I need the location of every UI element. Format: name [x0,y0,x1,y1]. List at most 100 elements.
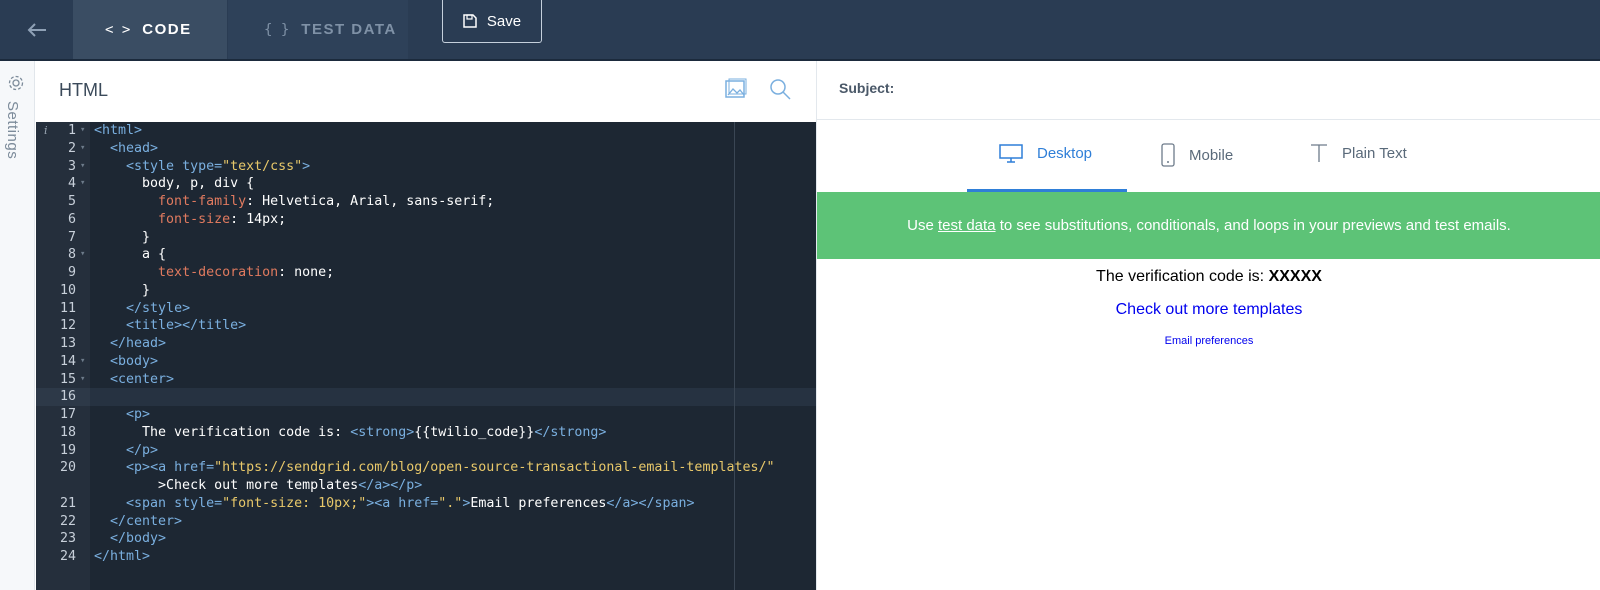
code-text: } [94,282,151,298]
line-number: 17 [59,407,76,422]
code-line[interactable]: 19 </p> [36,442,816,460]
arrow-left-icon [27,22,46,37]
code-line[interactable]: 15 ▾ <center> [36,371,816,389]
fold-arrow-icon[interactable]: ▾ [80,371,85,389]
code-line[interactable]: 24 </html> [36,548,816,566]
line-number: 20 [59,460,76,476]
code-line[interactable]: 3 ▾ <style type="text/css"> [36,158,816,176]
save-button[interactable]: Save [442,0,542,43]
code-text: <body> [110,353,159,369]
tab-test-data-label: TEST DATA [301,21,397,38]
banner-suffix: to see substitutions, conditionals, and … [995,217,1511,234]
code-line[interactable]: i 1 ▾ <html> [36,122,816,140]
line-number: 12 [59,318,76,334]
line-number: 9 [67,265,76,280]
code-line[interactable]: 22 </center> [36,513,816,531]
code-line[interactable]: 18 The verification code is: <strong>{{t… [36,424,816,442]
tab-mobile[interactable]: Mobile [1161,143,1233,167]
line-number: 14 [59,353,76,369]
verification-text: The verification code is: XXXXX [817,268,1600,286]
code-line[interactable]: 5 font-family: Helvetica, Arial, sans-se… [36,193,816,211]
floppy-disk-icon [463,14,477,28]
code-line[interactable]: 13 </head> [36,335,816,353]
line-number: 7 [67,229,76,245]
line-number: 6 [67,211,76,227]
line-number: 8 [67,247,76,263]
code-text: <p><a href="https://sendgrid.com/blog/op… [126,460,775,476]
settings-rail[interactable]: Settings [0,61,35,590]
more-templates-link[interactable]: Check out more templates [817,301,1600,319]
line-number: 21 [59,495,76,511]
search-icon[interactable] [768,77,792,101]
email-preferences-link[interactable]: Email preferences [817,335,1600,347]
code-text: } [94,229,151,245]
image-icon[interactable] [724,77,748,101]
tab-code[interactable]: < > CODE [73,0,227,59]
code-text: </p> [126,442,159,458]
code-line[interactable]: 20 <p><a href="https://sendgrid.com/blog… [36,459,816,477]
code-text: font-family: Helvetica, Arial, sans-seri… [158,194,495,209]
code-text: >Check out more templates</a></p> [94,478,423,493]
editor-header: HTML [36,61,816,122]
code-lines[interactable]: i 1 ▾ <html> 2 ▾ <head> 3 ▾ <style type="text/c… [36,122,816,566]
line-number: 1 [67,123,76,138]
code-editor[interactable]: i 1 ▾ <html> 2 ▾ <head> 3 ▾ <style type="text/c… [36,122,816,590]
tab-desktop[interactable]: Desktop [999,143,1092,163]
line-number: 22 [59,513,76,529]
fold-arrow-icon[interactable]: ▾ [80,353,85,371]
code-line[interactable]: 12 <title></title> [36,317,816,335]
back-button[interactable] [0,0,73,59]
tab-plain-text[interactable]: Plain Text [1310,143,1407,163]
code-line[interactable]: 8 ▾ a { [36,246,816,264]
banner-prefix: Use [907,217,938,234]
line-number: 15 [59,371,76,387]
verification-code: XXXXX [1268,268,1322,285]
code-line[interactable]: >Check out more templates</a></p> [36,477,816,495]
gear-icon [8,75,24,91]
code-line[interactable]: 10 } [36,282,816,300]
fold-arrow-icon[interactable]: ▾ [80,175,85,193]
code-text: text-decoration: none; [158,265,335,280]
code-text: <span style="font-size: 10px;"><a href="… [126,495,695,511]
phone-icon [1161,143,1175,167]
test-data-link[interactable]: test data [938,217,996,234]
tab-test-data[interactable]: { } TEST DATA [228,0,408,59]
code-text: a { [94,247,167,263]
code-line[interactable]: 17 <p> [36,406,816,424]
code-text: </head> [110,336,167,351]
code-line[interactable]: 2 ▾ <head> [36,140,816,158]
line-number: 24 [59,549,76,564]
code-text: <center> [110,371,175,387]
code-line[interactable]: 9 text-decoration: none; [36,264,816,282]
fold-arrow-icon[interactable]: ▾ [80,140,85,158]
code-text: <style type="text/css"> [126,158,311,174]
fold-arrow-icon[interactable]: ▾ [80,122,85,140]
line-number: 18 [59,424,76,440]
code-line[interactable]: 16 [36,388,816,406]
code-line[interactable]: 6 font-size: 14px; [36,211,816,229]
fold-arrow-icon[interactable]: ▾ [80,158,85,176]
divider [817,119,1600,120]
code-text: The verification code is: <strong>{{twil… [94,424,607,440]
code-text: </body> [110,531,167,547]
line-number: 16 [59,389,76,405]
code-line[interactable]: 7 } [36,229,816,247]
line-number: 11 [59,300,76,316]
code-text: font-size: 14px; [158,211,287,227]
line-number: 3 [67,158,76,174]
tab-plain-text-label: Plain Text [1342,144,1407,162]
line-number: 23 [59,531,76,547]
code-line[interactable]: 11 </style> [36,300,816,318]
code-line[interactable]: 23 </body> [36,530,816,548]
top-bar: < > CODE { } TEST DATA Save [0,0,1600,61]
monitor-icon [999,144,1023,163]
code-line[interactable]: 4 ▾ body, p, div { [36,175,816,193]
preview-pane: Subject: Desktop Mobile Plain Text Use t… [816,61,1600,590]
code-text: <html> [94,123,143,138]
code-text: </style> [126,300,191,316]
line-number: 13 [59,336,76,351]
code-line[interactable]: 21 <span style="font-size: 10px;"><a hre… [36,495,816,513]
code-line[interactable]: 14 ▾ <body> [36,353,816,371]
fold-arrow-icon[interactable]: ▾ [80,246,85,264]
line-number: 4 [67,176,76,192]
